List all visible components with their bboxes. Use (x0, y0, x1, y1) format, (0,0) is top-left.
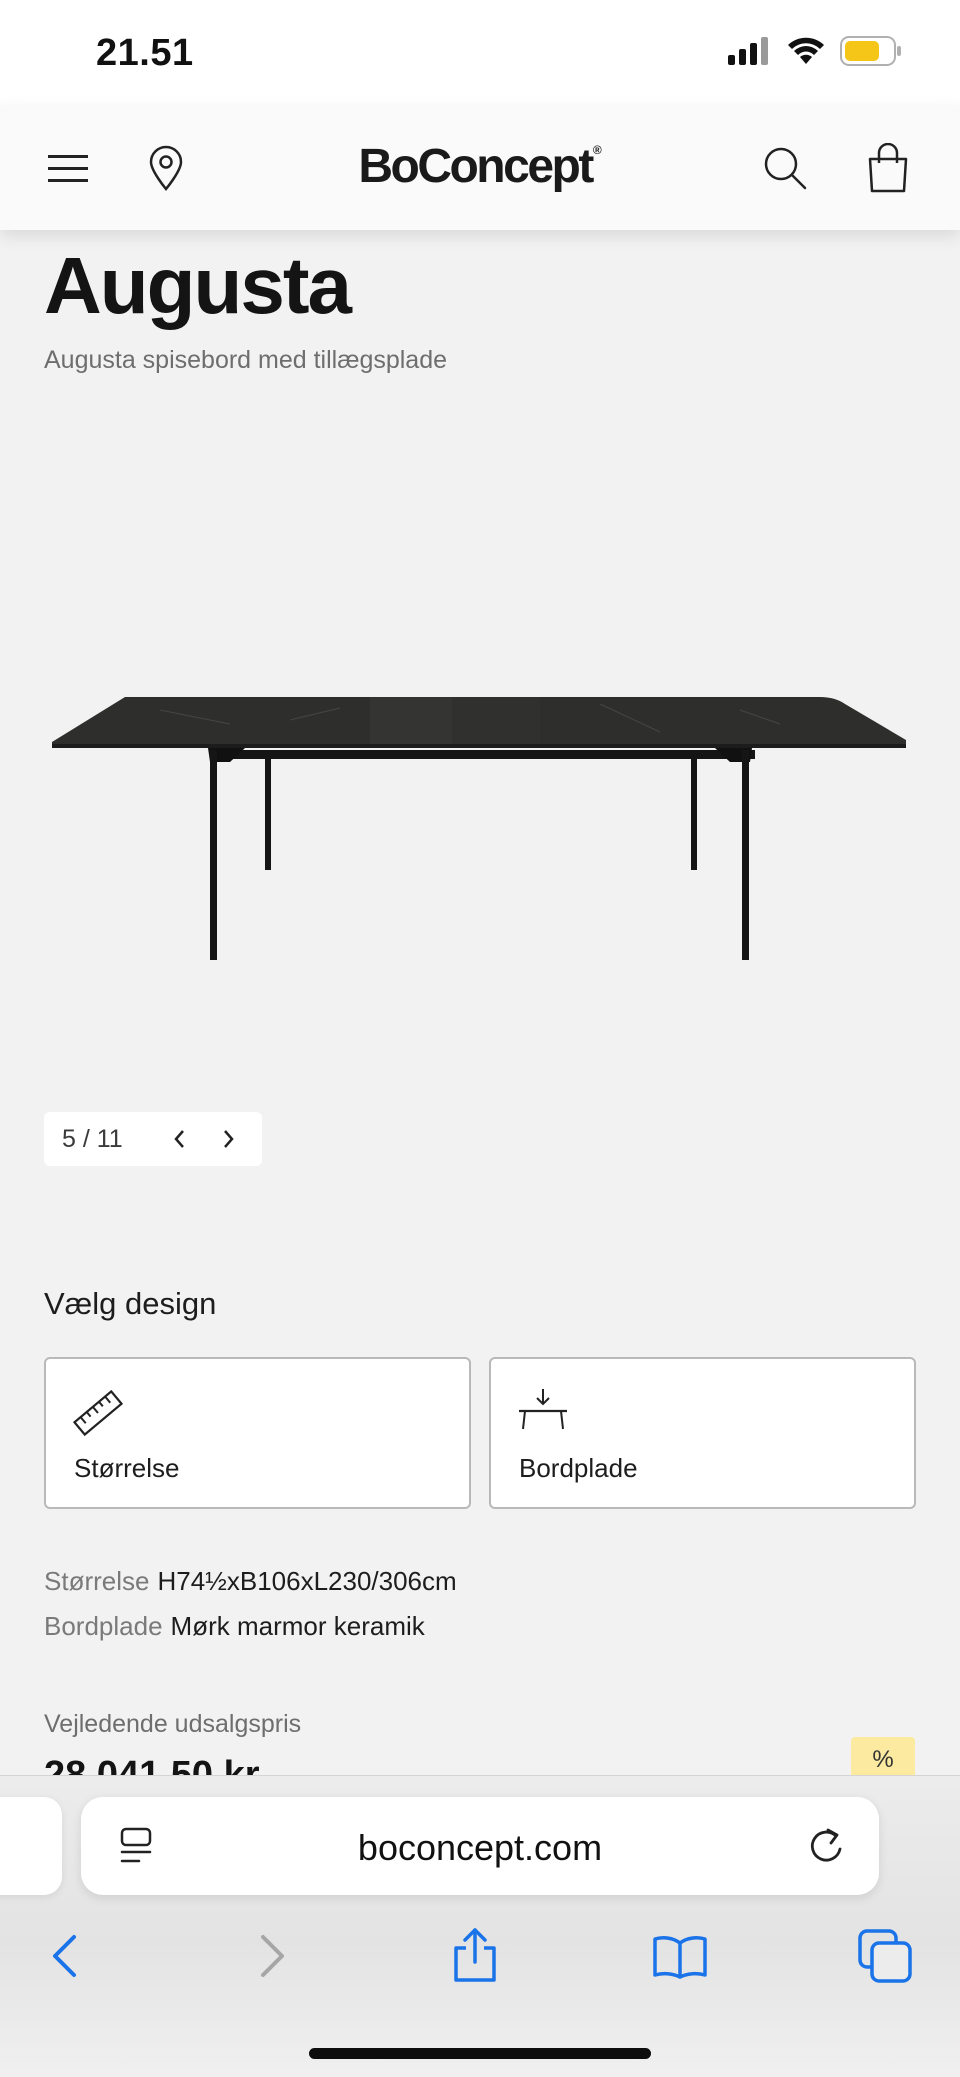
design-section-heading: Vælg design (44, 1286, 217, 1321)
reload-icon (810, 1828, 842, 1862)
status-bar: 21.51 (0, 0, 960, 105)
reload-button[interactable] (806, 1797, 846, 1895)
price-label: Vejledende udsalgspris (44, 1710, 302, 1738)
spec-value: Mørk marmor keramik (170, 1611, 425, 1641)
design-option-tabletop[interactable]: Bordplade (489, 1357, 916, 1509)
cart-button[interactable] (864, 105, 912, 230)
battery-icon (840, 36, 901, 66)
table-leg (691, 758, 697, 870)
gallery-counter: 5 / 11 (62, 1124, 123, 1153)
site-header: BoConcept® (0, 105, 960, 230)
tabletop-icon (519, 1389, 567, 1430)
bookmarks-button[interactable] (640, 1916, 720, 1996)
browser-toolbar: boconcept.com (0, 1775, 960, 2077)
home-indicator[interactable] (309, 2048, 651, 2059)
spec-tabletop: Bordplade Mørk marmor keramik (44, 1611, 425, 1642)
forward-button[interactable] (233, 1916, 313, 1996)
forward-icon (261, 1935, 284, 1977)
spec-key: Bordplade (44, 1611, 163, 1641)
share-icon (454, 1928, 496, 1982)
url-text: boconcept.com (357, 1827, 603, 1868)
previous-tab-card[interactable] (0, 1797, 62, 1895)
spec-key: Størrelse (44, 1566, 150, 1596)
wifi-icon (788, 37, 824, 64)
ruler-icon (72, 1389, 124, 1437)
share-button[interactable] (435, 1916, 515, 1996)
gallery-prev-button[interactable] (154, 1112, 204, 1166)
search-icon (764, 147, 807, 189)
spec-value: H74½xB106xL230/306cm (157, 1566, 457, 1596)
address-bar[interactable]: boconcept.com (81, 1797, 879, 1895)
chevron-left-icon (174, 1130, 184, 1148)
status-icons (728, 36, 902, 66)
shopping-bag-icon (868, 142, 908, 192)
gallery-pagination: 5 / 11 (44, 1112, 262, 1166)
tabs-icon (858, 1929, 912, 1983)
design-option-label: Størrelse (74, 1453, 180, 1483)
registered-mark: ® (592, 143, 602, 157)
brand-logo[interactable]: BoConcept® (0, 139, 960, 194)
gallery-next-button[interactable] (204, 1112, 254, 1166)
cellular-signal-icon (728, 37, 768, 65)
search-button[interactable] (760, 105, 810, 230)
status-time: 21.51 (96, 32, 194, 74)
back-button[interactable] (24, 1916, 104, 1996)
product-title: Augusta (44, 241, 352, 330)
design-option-size[interactable]: Størrelse (44, 1357, 471, 1509)
tabs-button[interactable] (845, 1916, 925, 1996)
product-image[interactable] (40, 680, 920, 970)
design-option-label: Bordplade (519, 1453, 638, 1483)
bookmarks-icon (653, 1936, 707, 1979)
table-leg (265, 758, 271, 870)
back-icon (53, 1935, 76, 1977)
table-leg (742, 750, 749, 960)
spec-size: Størrelse H74½xB106xL230/306cm (44, 1566, 457, 1597)
product-subtitle: Augusta spisebord med tillægsplade (44, 346, 448, 374)
table-leg (210, 750, 217, 960)
chevron-right-icon (224, 1130, 234, 1148)
